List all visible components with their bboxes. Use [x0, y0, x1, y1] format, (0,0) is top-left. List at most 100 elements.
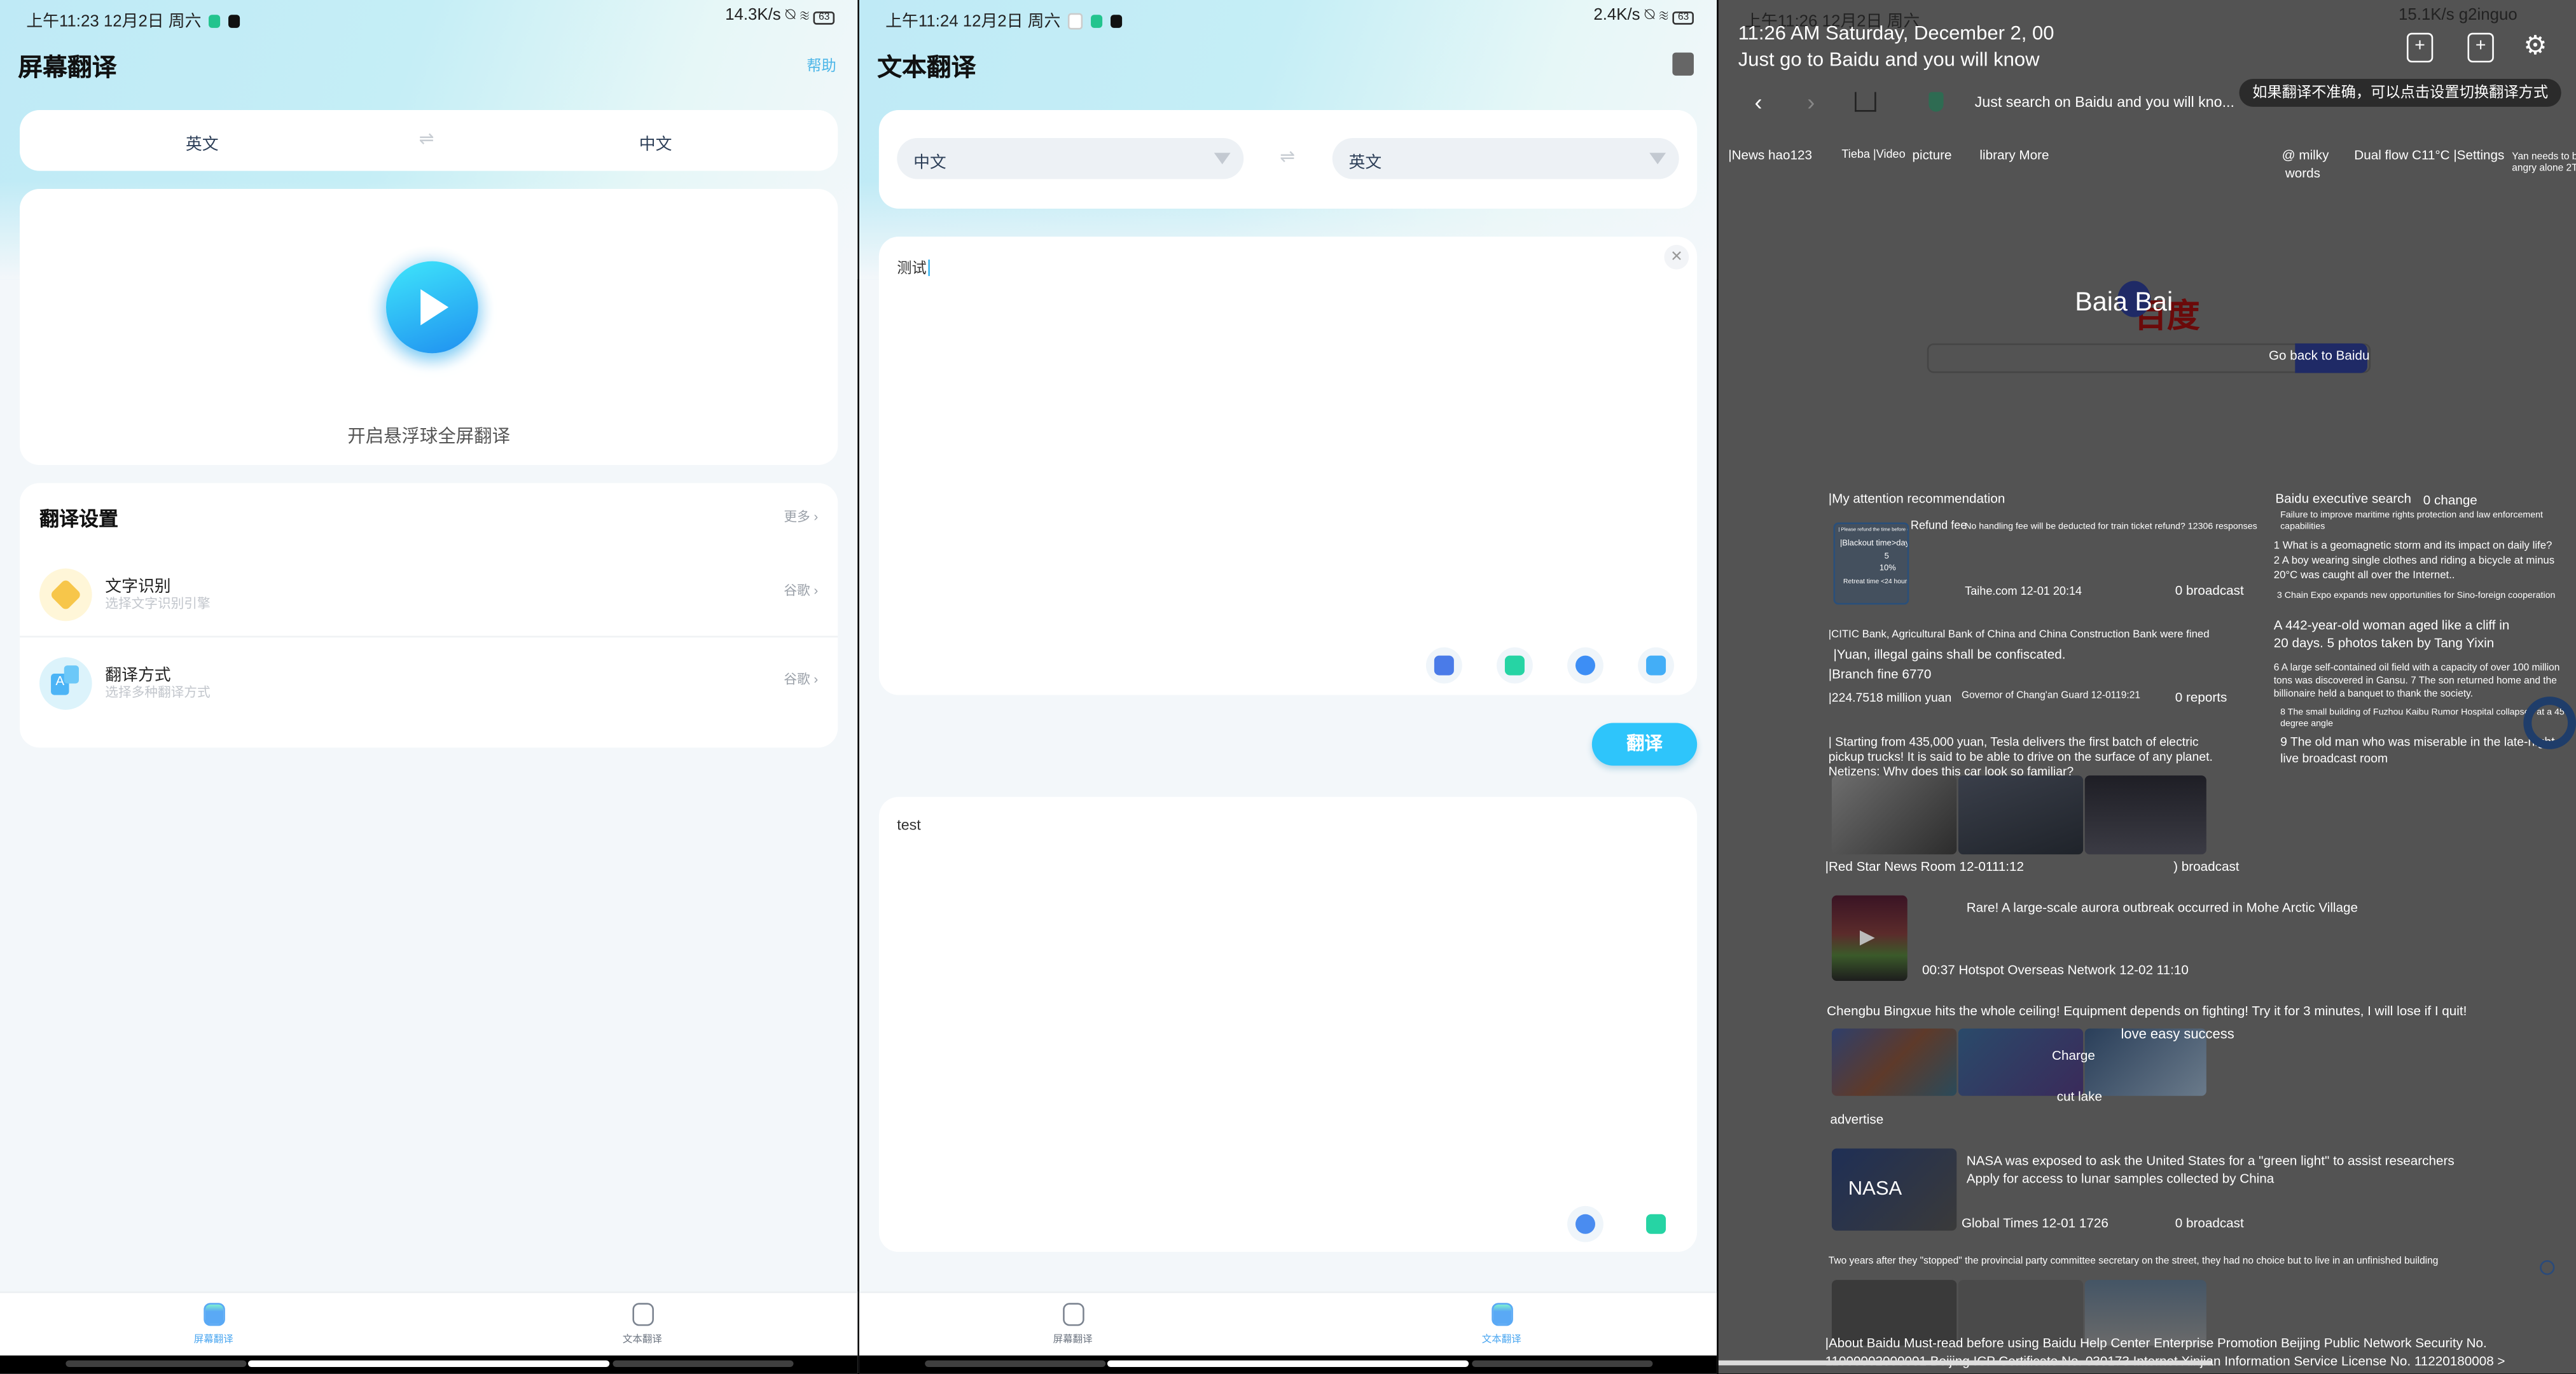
hot-item[interactable]: tons was discovered in Gansu. 7 The son … [2274, 677, 2557, 686]
status-right: 2.4K/s ⍉ ≋ 63 [1593, 6, 1694, 25]
news-title[interactable]: No handling fee will be deducted for tra… [1965, 522, 2257, 532]
news-title[interactable]: |CITIC Bank, Agricultural Bank of China … [1829, 629, 2210, 641]
tab-text-translate[interactable]: 文本翻译 [1452, 1303, 1551, 1345]
thumb-label: Refund fee [1910, 520, 1967, 532]
weather-settings[interactable]: Dual flow C11°C |Settings [2354, 148, 2504, 162]
link-news[interactable]: |News hao123 [1728, 148, 1812, 162]
hot-item[interactable]: 1 What is a geomagnetic storm and its im… [2274, 541, 2552, 552]
app-icon [209, 15, 221, 29]
thumbnail-tesla-2[interactable] [1958, 775, 2084, 855]
thumbnail-aurora-video[interactable]: ▶ [1831, 895, 1908, 981]
play-icon [420, 289, 449, 326]
google-translate-icon[interactable] [1425, 647, 1462, 684]
camera-translate-icon[interactable] [1638, 647, 1674, 684]
text-compare-icon[interactable] [1497, 647, 1533, 684]
tab-text-translate[interactable]: 文本翻译 [593, 1303, 691, 1345]
ad-overlay: love easy success [2121, 1025, 2234, 1042]
clear-icon[interactable]: ✕ [1664, 244, 1689, 270]
user-name[interactable]: Yan needs to be [2512, 153, 2576, 162]
link-words[interactable]: words [2285, 166, 2320, 181]
link-tieba[interactable]: Tieba |Video [1841, 149, 1905, 161]
hot-item[interactable]: 9 The old man who was miserable in the l… [2280, 735, 2554, 749]
news-title[interactable]: Two years after they "stopped" the provi… [1829, 1257, 2439, 1266]
hot-item[interactable]: 6 A large self-contained oil field with … [2274, 663, 2560, 673]
setting-subtitle: 选择多种翻译方式 [105, 685, 211, 700]
hot-item[interactable]: 2 A boy wearing single clothes and ridin… [2274, 555, 2554, 567]
back-icon[interactable]: ‹ [1755, 88, 1762, 114]
news-line: |Branch fine 6770 [1828, 667, 1932, 682]
app-icon [1091, 15, 1103, 29]
copy-text-icon[interactable] [1638, 1205, 1674, 1242]
image-icon[interactable] [1672, 52, 1694, 76]
hot-item[interactable]: 8 The small building of Fuzhou Kaibu Rum… [2280, 708, 2565, 718]
tiktok-icon [1110, 15, 1122, 29]
setting-row-translate-mode[interactable]: A 翻译方式 选择多种翻译方式 谷歌 › [20, 637, 838, 723]
bottom-nav: 屏幕翻译 文本翻译 [0, 1291, 858, 1357]
gear-icon[interactable]: ⚙ [2523, 29, 2547, 62]
ad-title[interactable]: Chengbu Bingxue hits the whole ceiling! … [1827, 1004, 2467, 1018]
floating-ball-card: 开启悬浮球全屏翻译 [19, 189, 838, 465]
thumbnail-refund-table[interactable]: | Please refund the time before departur… [1833, 522, 1909, 605]
search-lens-icon[interactable] [1567, 647, 1603, 684]
link-more[interactable]: library More [1979, 148, 2049, 162]
help-link[interactable]: 帮助 [807, 54, 836, 76]
swap-arrows-icon[interactable]: ⇌ [419, 128, 434, 149]
footer-line[interactable]: |About Baidu Must-read before using Baid… [1825, 1336, 2487, 1350]
target-language[interactable]: 中文 [639, 130, 672, 154]
translation-overlay-panel: 上午11:26 12月2日 周六 15.1K/s g2inguo 11:26 A… [1718, 0, 2576, 1374]
overlay-subtitle: Just go to Baidu and you will know [1738, 47, 2040, 71]
source-language-dropdown[interactable]: 中文 [897, 137, 1244, 179]
more-link[interactable]: 更多 › [784, 508, 818, 525]
change-button[interactable]: 0 change [2423, 493, 2477, 508]
swap-arrows-icon[interactable]: ⇌ [1280, 146, 1295, 167]
text-translate-panel: 上午11:24 12月2日 周六 2.4K/s ⍉ ≋ 63 文本翻译 中文 ⇌… [859, 0, 1717, 1374]
thumbnail-nasa[interactable]: NASA [1831, 1148, 1957, 1231]
address-bar[interactable]: Just search on Baidu and you will kno... [1975, 94, 2234, 110]
hot-item[interactable]: A 442-year-old woman aged like a cliff i… [2274, 618, 2510, 632]
status-time: 上午11:24 12月2日 周六 [885, 13, 1061, 32]
gesture-bar [0, 1355, 858, 1374]
setting-row-ocr[interactable]: 文字识别 选择文字识别引擎 谷歌 › [20, 549, 838, 634]
status-right: 15.1K/s g2inguo [2399, 6, 2517, 25]
home-icon[interactable] [1855, 92, 1876, 112]
thumbnail-tesla-1[interactable] [1831, 775, 1957, 855]
add-window-icon[interactable]: + [2467, 32, 2494, 63]
hot-item-cont: degree angle [2280, 719, 2334, 730]
thumbnail-tesla-3[interactable] [2084, 775, 2206, 855]
news-title[interactable]: NASA was exposed to ask the United State… [1967, 1153, 2455, 1168]
forward-icon[interactable]: › [1807, 88, 1815, 114]
speaker-icon[interactable] [1567, 1205, 1603, 1242]
thumbnail-game-1[interactable] [1831, 1028, 1957, 1096]
tab-screen-translate[interactable]: 屏幕翻译 [164, 1303, 263, 1345]
tooltip: 如果翻译不准确，可以点击设置切换翻译方式 [2239, 78, 2561, 107]
tab-label: 屏幕翻译 [1053, 1335, 1093, 1346]
status-bar: 上午11:24 12月2日 周六 [885, 6, 1122, 31]
news-title[interactable]: | Starting from 435,000 yuan, Tesla deli… [1829, 735, 2199, 749]
copy-add-icon[interactable]: + [2406, 32, 2434, 63]
refresh-icon[interactable] [2540, 1260, 2555, 1275]
ad-overlay: cut lake [2056, 1089, 2103, 1104]
translate-button[interactable]: 翻译 [1591, 723, 1698, 766]
hot-item[interactable]: Failure to improve maritime rights prote… [2280, 511, 2543, 520]
qq-icon [1068, 13, 1083, 31]
page-scrollbar[interactable] [1718, 1360, 2212, 1366]
hot-search-title: Baidu executive search [2275, 491, 2411, 506]
source-language[interactable]: 英文 [186, 130, 219, 154]
link-milky[interactable]: @ milky [2282, 148, 2329, 162]
source-text-input[interactable]: 测试 [897, 256, 930, 278]
floating-translate-ball[interactable] [2523, 697, 2576, 749]
hot-item-cont: 20°C was caught all over the Internet.. [2273, 570, 2455, 582]
link-picture[interactable]: picture [1912, 148, 1951, 162]
text-translate-icon [1490, 1303, 1513, 1326]
tab-screen-translate[interactable]: 屏幕翻译 [1023, 1303, 1122, 1345]
target-language-dropdown[interactable]: 英文 [1332, 137, 1679, 179]
news-title[interactable]: Rare! A large-scale aurora outbreak occu… [1967, 900, 2358, 915]
play-icon: ▶ [1859, 925, 1875, 948]
hot-item[interactable]: 3 Chain Expo expands new opportunities f… [2277, 592, 2556, 601]
play-button[interactable] [385, 261, 478, 354]
news-line: pickup trucks! It is said to be able to … [1828, 749, 2213, 765]
chevron-down-icon [1649, 153, 1666, 165]
ad-tag: advertise [1830, 1112, 1884, 1127]
search-button-label[interactable]: Go back to Baidu [2269, 349, 2370, 363]
start-floating-translate-label: 开启悬浮球全屏翻译 [347, 427, 510, 447]
